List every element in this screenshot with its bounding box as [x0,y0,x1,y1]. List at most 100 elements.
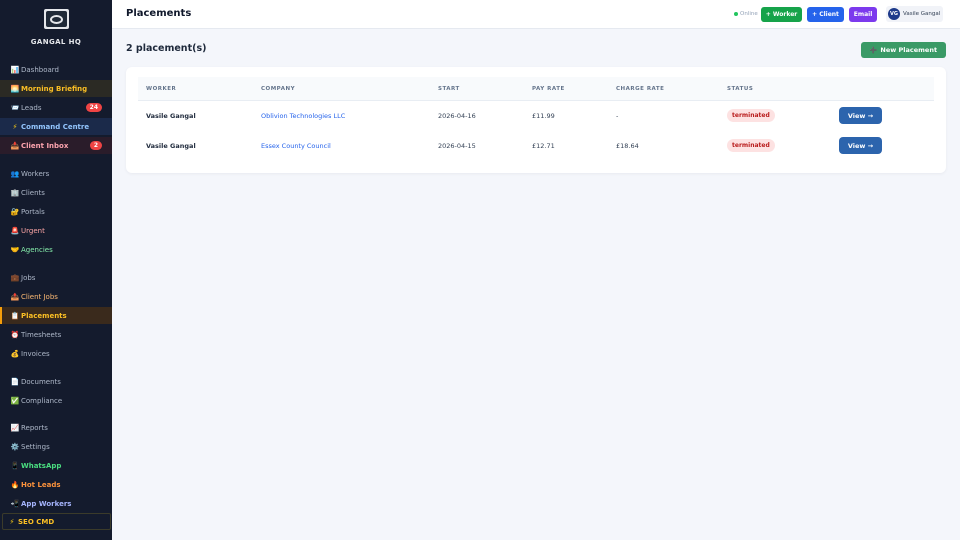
sidebar-item-label: Morning Briefing [21,84,88,93]
sidebar-item-workers[interactable]: 👥 Workers [0,165,112,182]
sidebar-item-portals[interactable]: 🔐 Portals [0,203,112,220]
sidebar-item-label: Command Centre [21,122,90,131]
placements-table: WORKER COMPANY START PAY RATE CHARGE RAT… [126,67,946,173]
siren-icon: 🚨 [10,226,20,235]
lightning-icon: ⚡ [12,122,18,131]
sidebar-item-seo-cmd[interactable]: ⚡ SEO CMD [2,513,111,530]
sidebar-item-label: Reports [21,423,48,432]
sidebar-item-label: Leads [21,103,42,112]
table-row: Vasile Gangal Oblivion Technologies LLC … [138,101,934,131]
sidebar-item-label: App Workers [21,499,72,508]
check-icon: ✅ [10,396,20,405]
sidebar-item-settings[interactable]: ⚙️ Settings [0,438,112,455]
table-row: Vasile Gangal Essex County Council 2026-… [138,131,934,161]
worker-cell: Vasile Gangal [146,142,196,150]
outbox-icon: 📤 [10,292,20,301]
brand-name: GANGAL HQ [30,38,82,46]
column-header-company[interactable]: COMPANY [261,86,295,92]
pay-rate-cell: £11.99 [532,112,555,120]
sidebar-item-label: Documents [21,377,61,386]
sunrise-icon: 🌅 [10,84,20,93]
sidebar-item-timesheets[interactable]: ⏰ Timesheets [0,326,112,343]
sidebar-item-client-jobs[interactable]: 📤 Client Jobs [0,288,112,305]
chart-icon: 📊 [10,65,20,74]
sidebar-item-label: Hot Leads [21,480,61,489]
sidebar-item-label: Settings [21,442,50,451]
sidebar-item-hot-leads[interactable]: 🔥 Hot Leads [0,476,112,493]
handshake-icon: 🤝 [10,245,20,254]
building-icon: 🏢 [10,188,20,197]
user-name: Vasile Gangal [903,11,941,17]
sidebar-item-dashboard[interactable]: 📊 Dashboard [0,61,112,78]
sidebar-item-label: Dashboard [21,65,59,74]
sidebar-item-documents[interactable]: 📄 Documents [0,373,112,390]
sidebar-item-label: Client Jobs [21,292,58,301]
sidebar-item-urgent[interactable]: 🚨 Urgent [0,222,112,239]
phone-icon: 📱 [10,461,20,470]
status-badge: terminated [727,139,775,152]
sidebar-item-label: Client Inbox [21,141,69,150]
column-header-status[interactable]: STATUS [727,86,753,92]
online-status-label: Online [740,11,758,17]
money-bag-icon: 💰 [10,349,20,358]
sidebar-item-leads[interactable]: 📨 Leads 24 [0,99,112,116]
company-link[interactable]: Oblivion Technologies LLC [261,112,345,120]
worker-cell: Vasile Gangal [146,112,196,120]
online-status: Online [734,11,758,17]
sidebar-item-morning-briefing[interactable]: 🌅 Morning Briefing [0,80,112,97]
add-client-button[interactable]: + Client [807,7,844,22]
envelope-icon: 📨 [10,103,20,112]
company-link[interactable]: Essex County Council [261,142,331,150]
sidebar-item-invoices[interactable]: 💰 Invoices [0,345,112,362]
sidebar-item-placements[interactable]: 📋 Placements [0,307,112,324]
new-placement-label: New Placement [880,46,938,54]
document-icon: 📄 [10,377,20,386]
column-header-worker[interactable]: WORKER [146,86,176,92]
start-date-cell: 2026-04-15 [438,142,476,150]
gear-icon: ⚙️ [10,442,20,451]
fire-icon: 🔥 [10,480,20,489]
sidebar-item-app-workers[interactable]: 📲 App Workers [0,495,112,512]
sidebar: GANGAL HQ 📊 Dashboard 🌅 Morning Briefing… [0,0,112,540]
lightning-icon: ⚡ [9,517,15,526]
logo-mark-icon [46,11,67,27]
sidebar-item-whatsapp[interactable]: 📱 WhatsApp [0,457,112,474]
alarm-clock-icon: ⏰ [10,330,20,339]
avatar: VG [888,8,900,20]
brand-logo[interactable] [44,9,69,29]
sidebar-item-label: Invoices [21,349,50,358]
inbox-icon: 📥 [10,141,20,150]
table-header: WORKER COMPANY START PAY RATE CHARGE RAT… [138,77,934,101]
plus-icon: ➕ [869,46,878,54]
sidebar-item-label: Timesheets [21,330,62,339]
email-button[interactable]: Email [849,7,877,22]
lock-key-icon: 🔐 [10,207,20,216]
column-header-charge-rate[interactable]: CHARGE RATE [616,86,664,92]
sidebar-item-label: Workers [21,169,50,178]
status-dot-icon [734,12,738,16]
sidebar-item-label: SEO CMD [18,517,55,526]
column-header-start[interactable]: START [438,86,460,92]
sidebar-item-label: Placements [21,311,67,320]
view-button[interactable]: View → [839,137,882,154]
people-icon: 👥 [10,169,20,178]
sidebar-item-label: Jobs [21,273,36,282]
pay-rate-cell: £12.71 [532,142,555,150]
sidebar-item-compliance[interactable]: ✅ Compliance [0,392,112,409]
new-placement-button[interactable]: ➕ New Placement [861,42,946,58]
sidebar-item-client-inbox[interactable]: 📥 Client Inbox 2 [0,137,112,154]
sidebar-item-label: Urgent [21,226,45,235]
view-button[interactable]: View → [839,107,882,124]
sidebar-item-reports[interactable]: 📈 Reports [0,419,112,436]
user-menu[interactable]: VG Vasile Gangal [886,6,943,22]
sidebar-item-command-centre[interactable]: ⚡ Command Centre [0,118,112,135]
column-header-pay-rate[interactable]: PAY RATE [532,86,565,92]
sidebar-item-jobs[interactable]: 💼 Jobs [0,269,112,286]
add-worker-button[interactable]: + Worker [761,7,802,22]
sidebar-item-agencies[interactable]: 🤝 Agencies [0,241,112,258]
sidebar-item-clients[interactable]: 🏢 Clients [0,184,112,201]
status-badge: terminated [727,109,775,122]
trend-chart-icon: 📈 [10,423,20,432]
inbox-count-badge: 2 [89,141,102,150]
sidebar-item-label: Compliance [21,396,63,405]
